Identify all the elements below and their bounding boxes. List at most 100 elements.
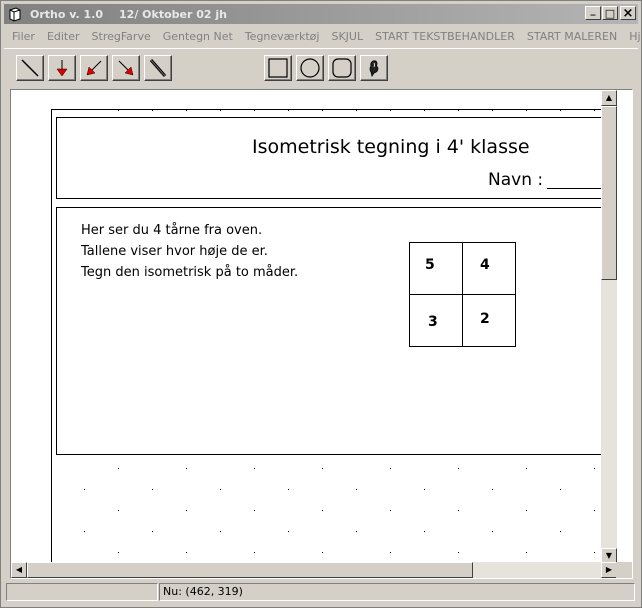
tower-height: 4 xyxy=(480,257,490,273)
grid-dot xyxy=(390,552,391,553)
arrow-right-icon: ▶ xyxy=(605,565,613,574)
menu-gentegn-net[interactable]: Gentegn Net xyxy=(157,30,239,43)
menu-tegnevaerktoj[interactable]: Tegneværktøj xyxy=(239,30,326,43)
red-arrow-down-left-icon xyxy=(86,60,102,76)
menu-start-maleren[interactable]: START MALEREN xyxy=(521,30,623,43)
tower-cell-top-right: 4 xyxy=(462,242,516,295)
tower-height: 3 xyxy=(428,314,438,330)
grid-dot xyxy=(118,468,119,469)
scrollbar-corner xyxy=(616,562,632,578)
grid-dot xyxy=(390,510,391,511)
grid-dot xyxy=(458,468,459,469)
grid-dot xyxy=(526,510,527,511)
grid-dot xyxy=(594,110,595,111)
maximize-button[interactable]: □ xyxy=(602,6,618,20)
scroll-right-button[interactable]: ▶ xyxy=(601,562,617,578)
maximize-icon: □ xyxy=(604,6,616,20)
minimize-button[interactable]: _ xyxy=(585,6,601,20)
tower-cell-bottom-left: 3 xyxy=(409,294,463,347)
menu-stregfarve[interactable]: StregFarve xyxy=(86,30,157,43)
grid-dot xyxy=(118,510,119,511)
grid-dot xyxy=(356,110,357,111)
arrow-down-right-tool-button[interactable] xyxy=(112,55,140,81)
grid-dot xyxy=(254,510,255,511)
scroll-up-button[interactable]: ▲ xyxy=(601,90,617,106)
grid-dot xyxy=(84,531,85,532)
line-tool-button[interactable] xyxy=(16,55,44,81)
status-panel-left xyxy=(6,583,158,601)
menu-filer[interactable]: Filer xyxy=(4,30,41,43)
tower-cell-bottom-right: 2 xyxy=(462,294,516,347)
vertical-scrollbar[interactable]: ▲ ▼ xyxy=(601,90,617,564)
page-left-border xyxy=(51,109,52,564)
close-button[interactable]: × xyxy=(620,6,636,20)
menu-skjul[interactable]: SKJUL xyxy=(325,30,369,43)
grid-dot xyxy=(322,510,323,511)
grid-dot xyxy=(424,110,425,111)
grid-dot xyxy=(254,468,255,469)
grid-dot xyxy=(152,531,153,532)
tower-height: 2 xyxy=(480,311,490,327)
status-coordinates: Nu: (462, 319) xyxy=(159,583,635,601)
grid-dot xyxy=(186,110,187,111)
grid-dot xyxy=(390,468,391,469)
grid-dot xyxy=(322,468,323,469)
grid-dot xyxy=(152,110,153,111)
arrow-down-left-tool-button[interactable] xyxy=(80,55,108,81)
drawing-canvas[interactable]: Isometrisk tegning i 4' klasse Navn : He… xyxy=(11,90,617,564)
arrow-down-icon: ▼ xyxy=(605,551,613,560)
tower-height: 5 xyxy=(425,257,435,273)
grid-dot xyxy=(526,552,527,553)
scroll-left-button[interactable]: ◀ xyxy=(11,562,27,578)
menu-editer[interactable]: Editer xyxy=(41,30,86,43)
grid-dot xyxy=(424,531,425,532)
grid-dot xyxy=(322,552,323,553)
rounded-rect-tool-button[interactable] xyxy=(328,55,356,81)
grid-dot xyxy=(322,110,323,111)
grid-dot xyxy=(526,110,527,111)
grid-dot xyxy=(458,510,459,511)
grid-dot xyxy=(356,531,357,532)
grid-dot xyxy=(186,552,187,553)
grid-dot xyxy=(424,489,425,490)
page-title: Isometrisk tegning i 4' klasse xyxy=(252,136,530,158)
grid-dot xyxy=(390,110,391,111)
window-subtitle: 12/ Oktober 02 jh xyxy=(119,7,227,21)
grid-dot xyxy=(118,110,119,111)
horizontal-scroll-thumb[interactable] xyxy=(27,562,473,578)
horizontal-scrollbar[interactable]: ◀ ▶ xyxy=(11,562,617,578)
circle-tool-icon xyxy=(300,58,320,78)
arrow-down-tool-button[interactable] xyxy=(48,55,76,81)
menu-start-tekstbehandler[interactable]: START TEKSTBEHANDLER xyxy=(369,30,521,43)
grid-dot xyxy=(254,110,255,111)
page-top-border xyxy=(51,109,617,110)
circle-tool-button[interactable] xyxy=(296,55,324,81)
app-cube-icon xyxy=(8,6,24,22)
toolbar xyxy=(4,48,638,84)
grid-dot xyxy=(594,510,595,511)
grid-dot xyxy=(288,531,289,532)
tower-grid: 5 4 3 2 xyxy=(409,242,516,348)
arrow-left-icon: ◀ xyxy=(15,565,23,574)
vertical-scroll-thumb[interactable] xyxy=(601,106,617,280)
menu-hjaelp[interactable]: Hjælp xyxy=(623,30,642,43)
instruction-line-2: Tallene viser hvor høje de er. xyxy=(81,244,268,259)
rectangle-tool-button[interactable] xyxy=(264,55,292,81)
grid-dot xyxy=(220,531,221,532)
pen-tool-button[interactable] xyxy=(144,55,172,81)
grid-dot xyxy=(84,489,85,490)
arrow-up-icon: ▲ xyxy=(605,93,613,102)
grid-dot xyxy=(356,489,357,490)
grid-dot xyxy=(594,552,595,553)
grid-dot xyxy=(492,531,493,532)
grid-dot xyxy=(560,531,561,532)
window-title: Ortho v. 1.0 xyxy=(30,7,104,21)
app-window: Ortho v. 1.0 12/ Oktober 02 jh _ □ × Fil… xyxy=(0,0,642,608)
pen-tool-icon xyxy=(149,59,167,77)
red-arrow-down-icon xyxy=(56,60,68,77)
red-arrow-down-right-icon xyxy=(118,60,134,76)
rounded-rect-tool-icon xyxy=(332,58,352,78)
line-tool-icon xyxy=(21,59,39,77)
spray-tool-button[interactable] xyxy=(360,55,388,81)
title-bar[interactable]: Ortho v. 1.0 12/ Oktober 02 jh _ □ × xyxy=(4,4,638,24)
